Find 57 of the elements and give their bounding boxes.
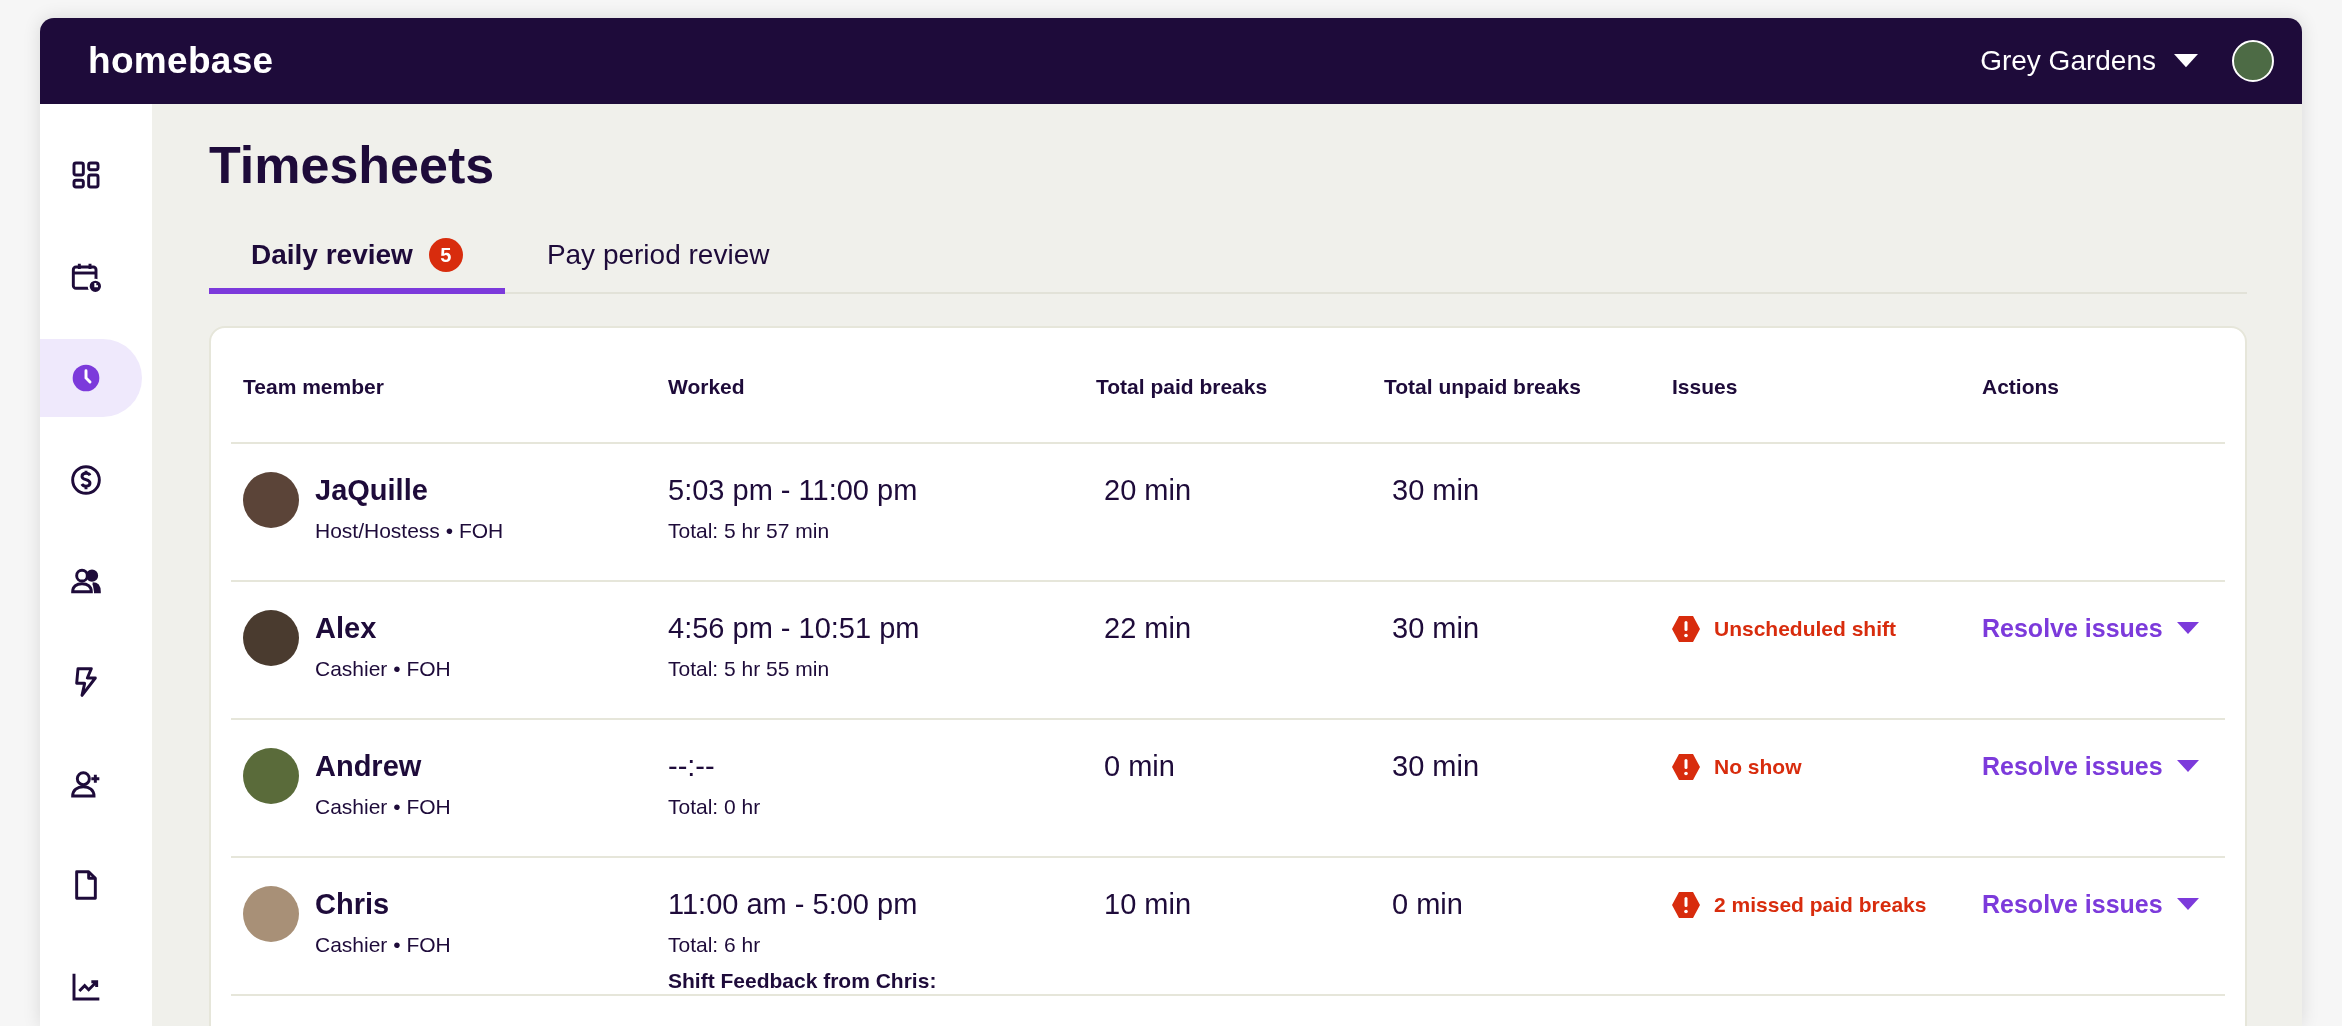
count-badge: 5 [428, 238, 463, 272]
nav-item[interactable] [40, 338, 142, 418]
member-name: JaQuille [315, 473, 429, 508]
avatar [243, 748, 299, 804]
column-header: Issues [1672, 375, 1739, 399]
worked-time: 5:03 pm - 11:00 pm [668, 473, 919, 508]
avatar [243, 610, 299, 666]
tab[interactable]: Pay period review [504, 238, 812, 294]
feedback-label: Shift Feedback from Chris: [668, 968, 938, 994]
paid-breaks: 10 min [1103, 887, 1193, 922]
column-header: Worked [668, 375, 746, 399]
paid-breaks: 20 min [1103, 473, 1193, 508]
worked-total: Total: 5 hr 55 min [668, 656, 831, 682]
worked-total: Total: 5 hr 57 min [668, 518, 831, 544]
worked-total: Total: 6 hr [668, 932, 762, 958]
caret-icon [2176, 760, 2199, 773]
caret-icon [2176, 898, 2199, 911]
member-name: Alex [315, 611, 378, 646]
warning-icon [1672, 754, 1700, 780]
warning-icon [1672, 892, 1700, 918]
worked-time: --:-- [668, 749, 716, 784]
column-header: Team member [243, 375, 385, 399]
page-title: Timesheets [209, 135, 496, 196]
resolve-issues-button[interactable]: Resolve issues [1982, 614, 2199, 643]
logo: homebase [88, 40, 274, 82]
worked-total: Total: 0 hr [668, 794, 762, 820]
resolve-issues-button[interactable]: Resolve issues [1982, 752, 2199, 781]
member-role: Cashier • FOH [315, 932, 451, 958]
user-avatar[interactable] [2232, 40, 2274, 82]
caret-icon [2174, 54, 2198, 68]
member-role: Cashier • FOH [315, 656, 451, 682]
column-header: Total unpaid breaks [1384, 375, 1582, 399]
unpaid-breaks: 30 min [1391, 749, 1481, 784]
member-name: Andrew [315, 749, 423, 784]
member-name: Chris [315, 887, 391, 922]
paid-breaks: 0 min [1103, 749, 1176, 784]
paid-breaks: 22 min [1103, 611, 1193, 646]
issue-text: No show [1714, 755, 1802, 779]
caret-icon [2176, 622, 2199, 635]
column-header: Actions [1982, 375, 2060, 399]
avatar [243, 472, 299, 528]
member-role: Host/Hostess • FOH [315, 518, 504, 544]
issue-text: 2 missed paid breaks [1714, 893, 1927, 917]
unpaid-breaks: 0 min [1391, 887, 1464, 922]
tab[interactable]: Daily review 5 [209, 238, 505, 294]
location-dropdown[interactable]: Grey Gardens [1980, 45, 2198, 77]
unpaid-breaks: 30 min [1391, 473, 1481, 508]
avatar [243, 886, 299, 942]
resolve-issues-button[interactable]: Resolve issues [1982, 890, 2199, 919]
warning-icon [1672, 616, 1700, 642]
worked-time: 11:00 am - 5:00 pm [668, 887, 919, 922]
dollar-icon [70, 463, 102, 496]
unpaid-breaks: 30 min [1391, 611, 1481, 646]
column-header: Total paid breaks [1096, 375, 1269, 399]
worked-time: 4:56 pm - 10:51 pm [668, 611, 921, 646]
member-role: Cashier • FOH [315, 794, 451, 820]
issue-text: Unscheduled shift [1714, 617, 1897, 641]
